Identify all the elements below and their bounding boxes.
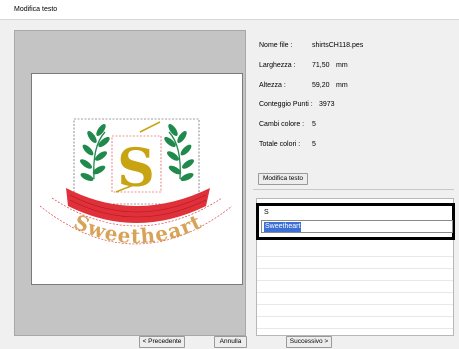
color-changes-value: 5 — [312, 121, 316, 128]
color-changes-label: Cambi colore : — [259, 121, 305, 128]
window-title: Modifica testo — [14, 6, 58, 13]
file-name-value: shirtsCH118.pes — [312, 42, 364, 49]
back-button[interactable]: < Precedente — [139, 336, 185, 348]
width-value: 71,50 — [312, 62, 330, 69]
height-unit: mm — [336, 82, 348, 89]
total-colors-value: 5 — [312, 141, 316, 148]
laurel-right — [164, 124, 194, 182]
height-value: 59,20 — [312, 82, 330, 89]
design-preview-canvas: S Sweetheart — [31, 73, 243, 285]
list-row — [257, 257, 453, 269]
list-row — [257, 305, 453, 317]
cancel-button[interactable]: Annulla — [214, 336, 247, 348]
list-row — [257, 293, 453, 305]
text-line-2-field[interactable]: Sweetheart — [261, 220, 453, 233]
monogram-letter: S — [117, 138, 155, 199]
preview-panel: S Sweetheart — [14, 30, 246, 336]
width-label: Larghezza : — [259, 62, 296, 69]
title-bar: Modifica testo — [0, 0, 459, 20]
total-colors-label: Totale colori : — [259, 141, 301, 148]
gold-line-top — [139, 121, 161, 133]
height-label: Altezza : — [259, 82, 286, 89]
list-row — [257, 317, 453, 329]
stitch-count-value: 3973 — [319, 101, 335, 108]
embroidery-design: S Sweetheart — [39, 118, 233, 248]
list-row — [257, 245, 453, 257]
text-line-2-selected[interactable]: Sweetheart — [264, 222, 302, 232]
edit-text-button[interactable]: Modifica testo — [258, 173, 308, 185]
list-row — [257, 269, 453, 281]
text-line-1[interactable]: S — [264, 209, 269, 216]
edit-text-dialog: Modifica testo S Sweetheart Nome file: … — [0, 0, 459, 349]
next-button[interactable]: Successivo > — [286, 336, 332, 348]
separator — [253, 189, 454, 190]
laurel-left — [80, 124, 110, 182]
list-row — [257, 281, 453, 293]
stitch-count-label: Conteggio Punti : — [259, 101, 313, 108]
file-name-label: Nome file : — [259, 42, 293, 49]
width-unit: mm — [336, 62, 348, 69]
